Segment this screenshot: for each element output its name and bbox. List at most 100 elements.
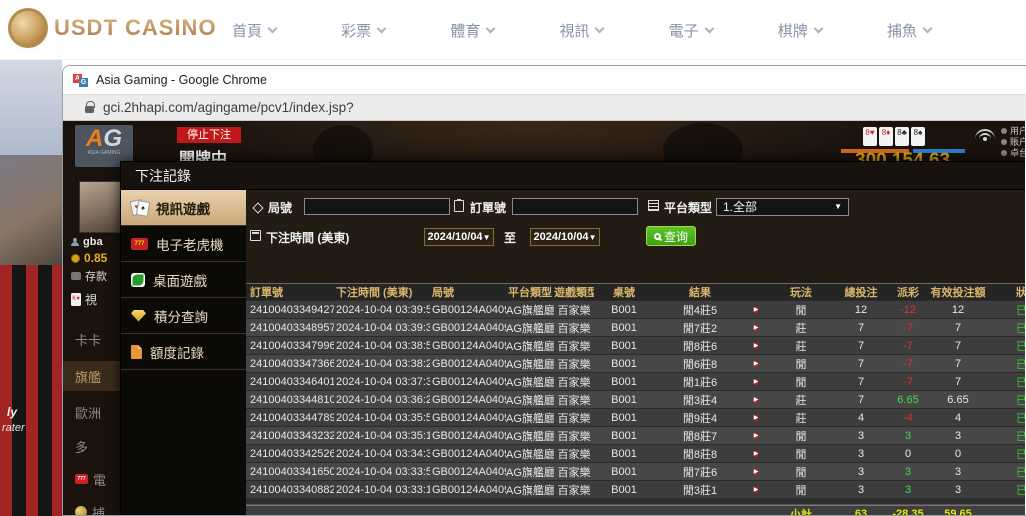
table-header-cell: 狀態 <box>986 284 1025 300</box>
game-menu-item[interactable]: 777電 <box>63 464 121 494</box>
cell-total-bet: 7 <box>836 358 886 370</box>
cell-replay: ▶ <box>746 464 766 479</box>
nav-item[interactable]: 電子 <box>669 20 713 41</box>
date-from-select[interactable]: 2024/10/04▼ <box>424 228 494 246</box>
nav-item[interactable]: 視訊 <box>559 20 603 41</box>
cell-order: 241004033408822 <box>246 484 334 496</box>
sidebar-item[interactable]: 視訊遊戲 <box>121 190 246 226</box>
sidebar-item[interactable]: 額度記錄 <box>121 334 246 370</box>
sidebar-item[interactable]: 777电子老虎機 <box>121 226 246 262</box>
cell-total-bet: 4 <box>836 412 886 424</box>
cell-valid-bet: 6.65 <box>930 394 986 406</box>
cell-valid-bet: 3 <box>930 430 986 442</box>
cell-replay: ▶ <box>746 428 766 443</box>
table-row: 2410040334736612024-10-04 03:38:21GB0012… <box>246 355 1025 373</box>
search-button[interactable]: 查询 <box>646 226 696 246</box>
cell-payout: 3 <box>886 430 930 442</box>
balance-row: 0.85 <box>71 251 121 265</box>
nav-item[interactable]: 棋牌 <box>778 20 822 41</box>
ag-logo-subtext: ASIA GAMING <box>75 150 133 156</box>
soccer-player-jersey <box>0 265 62 516</box>
sidebar-item[interactable]: 桌面遊戲 <box>121 262 246 298</box>
nav-item[interactable]: 體育 <box>450 20 494 41</box>
game-menu-item[interactable]: 歐洲 <box>63 397 121 427</box>
play-button[interactable]: ▶ <box>754 361 759 367</box>
cell-result: 閒8莊6 <box>654 338 746 354</box>
cell-order: 241004033494273 <box>246 304 334 316</box>
sidebar-item[interactable]: 積分查詢 <box>121 298 246 334</box>
cell-table-no: B001 <box>594 340 654 352</box>
info-label-text: 賬户 <box>1010 136 1025 147</box>
cell-round-id: GB00124A04094 <box>430 412 506 424</box>
game-menu-item[interactable]: 卡卡 <box>63 324 121 354</box>
cell-bet-time: 2024-10-04 03:38:21 <box>334 358 430 370</box>
cell-platform: AG旗艦廳 <box>506 338 554 354</box>
deposit-row[interactable]: 存款 <box>71 268 121 284</box>
cell-payout: -4 <box>886 412 930 424</box>
cell-game-type: 百家樂 <box>554 428 594 444</box>
date-to-select[interactable]: 2024/10/04▼ <box>530 228 600 246</box>
cell-bet-time: 2024-10-04 03:35:10 <box>334 430 430 442</box>
cell-status: 已派彩 <box>986 446 1025 462</box>
info-label: 卓台 <box>1001 147 1025 158</box>
nav-item[interactable]: 首頁 <box>232 20 276 41</box>
info-label-text: 卓台 <box>1010 147 1025 158</box>
cell-order: 241004033416508 <box>246 466 334 478</box>
address-bar[interactable]: gci.2hhapi.com/agingame/pcv1/index.jsp? <box>63 94 1026 121</box>
order-label: 訂單號 <box>470 199 506 216</box>
cell-payout: 0 <box>886 448 930 460</box>
cell-platform: AG旗艦廳 <box>506 446 554 462</box>
cell-table-no: B001 <box>594 322 654 334</box>
cell-round-id: GB00124A04097 <box>430 376 506 388</box>
play-button[interactable]: ▶ <box>754 469 759 475</box>
play-button[interactable]: ▶ <box>754 415 759 421</box>
play-button[interactable]: ▶ <box>754 487 759 493</box>
round-input[interactable] <box>304 198 450 215</box>
cell-bet-time: 2024-10-04 03:34:38 <box>334 448 430 460</box>
betting-records-modal: 下注記錄 視訊遊戲777电子老虎機桌面遊戲積分查詢額度記錄 局號 訂單號 平台類… <box>120 161 1025 515</box>
play-button[interactable]: ▶ <box>754 451 759 457</box>
dropdown-arrow-icon: ▼ <box>834 199 842 215</box>
ag-favicon-icon: A G <box>73 74 89 87</box>
table-header-cell: 遊戲類型 <box>554 284 594 300</box>
cell-replay: ▶ <box>746 392 766 407</box>
cell-bet-type: 閒 <box>766 464 836 480</box>
table-header-cell: 訂單號 <box>246 284 334 300</box>
cell-result: 閒7莊6 <box>654 464 746 480</box>
platform-select[interactable]: 1.全部 ▼ <box>716 198 849 216</box>
cell-status: 已派彩 <box>986 410 1025 426</box>
game-menu-item[interactable]: 旗艦 <box>63 361 121 391</box>
cell-total-bet: 3 <box>836 448 886 460</box>
brand[interactable]: USDT CASINO <box>8 8 217 48</box>
play-button[interactable]: ▶ <box>754 397 759 403</box>
game-menu-item[interactable]: 捕 <box>63 497 121 515</box>
cell-result: 閒1莊6 <box>654 374 746 390</box>
cell-round-id: GB00124A04099 <box>430 340 506 352</box>
chevron-down-icon <box>377 23 387 33</box>
video-tab-row[interactable]: K♥ 視 <box>71 291 121 308</box>
play-button[interactable]: ▶ <box>754 379 759 385</box>
coin-icon <box>71 254 80 263</box>
nav-item[interactable]: 彩票 <box>341 20 385 41</box>
cell-bet-time: 2024-10-04 03:39:59 <box>334 304 430 316</box>
video-tab-label: 視 <box>85 291 97 308</box>
cell-total-bet: 3 <box>836 430 886 442</box>
play-button[interactable]: ▶ <box>754 343 759 349</box>
nav-item[interactable]: 捕魚 <box>887 20 931 41</box>
cell-platform: AG旗艦廳 <box>506 356 554 372</box>
browser-title-bar[interactable]: A G Asia Gaming - Google Chrome <box>63 66 1026 94</box>
order-input[interactable] <box>512 198 638 215</box>
table-row: 2410040334481072024-10-04 03:36:22GB0012… <box>246 391 1025 409</box>
game-menu-item[interactable]: 多 <box>63 431 121 461</box>
table-row: 2410040334165082024-10-04 03:33:55GB0012… <box>246 463 1025 481</box>
play-button[interactable]: ▶ <box>754 433 759 439</box>
play-button[interactable]: ▶ <box>754 307 759 313</box>
username: gba <box>83 236 103 248</box>
cell-game-type: 百家樂 <box>554 392 594 408</box>
play-button[interactable]: ▶ <box>754 325 759 331</box>
tag-icon <box>252 202 263 213</box>
document-icon <box>131 345 142 359</box>
cell-total-bet: 3 <box>836 466 886 478</box>
cell-status: 已派彩 <box>986 338 1025 354</box>
cell-table-no: B001 <box>594 430 654 442</box>
